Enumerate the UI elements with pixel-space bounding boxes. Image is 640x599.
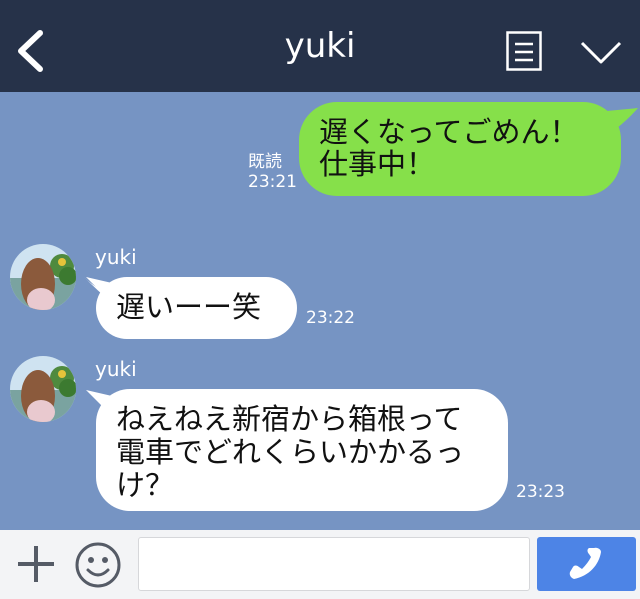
message-input[interactable] <box>138 537 530 591</box>
phone-icon <box>569 547 601 579</box>
sender-name: yuki <box>95 245 137 269</box>
message-time: 23:23 <box>516 482 565 502</box>
message-text-line: 遅くなってごめん！ <box>319 115 579 149</box>
read-label: 既読 <box>248 152 282 172</box>
call-button[interactable] <box>537 537 636 591</box>
chat-title: yuki <box>284 26 356 66</box>
chevron-down-icon[interactable] <box>580 40 622 66</box>
avatar-photo <box>10 244 76 310</box>
smiley-icon[interactable] <box>74 541 122 589</box>
message-input-bar <box>0 530 640 599</box>
note-icon[interactable] <box>506 31 542 71</box>
avatar-photo <box>10 356 76 422</box>
message-text-line: け？ <box>116 468 175 502</box>
sender-name: yuki <box>95 357 137 381</box>
avatar[interactable] <box>10 356 76 422</box>
message-text-line: ねえねえ新宿から箱根って <box>116 402 463 436</box>
plus-icon[interactable] <box>14 542 58 586</box>
message-text-line: 仕事中！ <box>319 147 436 181</box>
chat-header: yuki <box>0 0 640 92</box>
message-text: 遅いーー笑 <box>116 290 262 324</box>
read-receipt: 既読 23:21 <box>248 152 297 192</box>
message-text-line: 電車でどれくらいかかるっ <box>116 435 465 469</box>
outgoing-message[interactable]: 遅くなってごめん！ 仕事中！ <box>299 102 621 196</box>
avatar[interactable] <box>10 244 76 310</box>
incoming-message[interactable]: 遅いーー笑 <box>96 277 297 339</box>
message-list[interactable]: 遅くなってごめん！ 仕事中！ 既読 23:21 yuki 遅いーー笑 23:22 <box>0 92 640 530</box>
incoming-message[interactable]: ねえねえ新宿から箱根って 電車でどれくらいかかるっ け？ <box>96 389 508 511</box>
message-time: 23:22 <box>306 308 355 328</box>
message-time: 23:21 <box>248 172 297 192</box>
